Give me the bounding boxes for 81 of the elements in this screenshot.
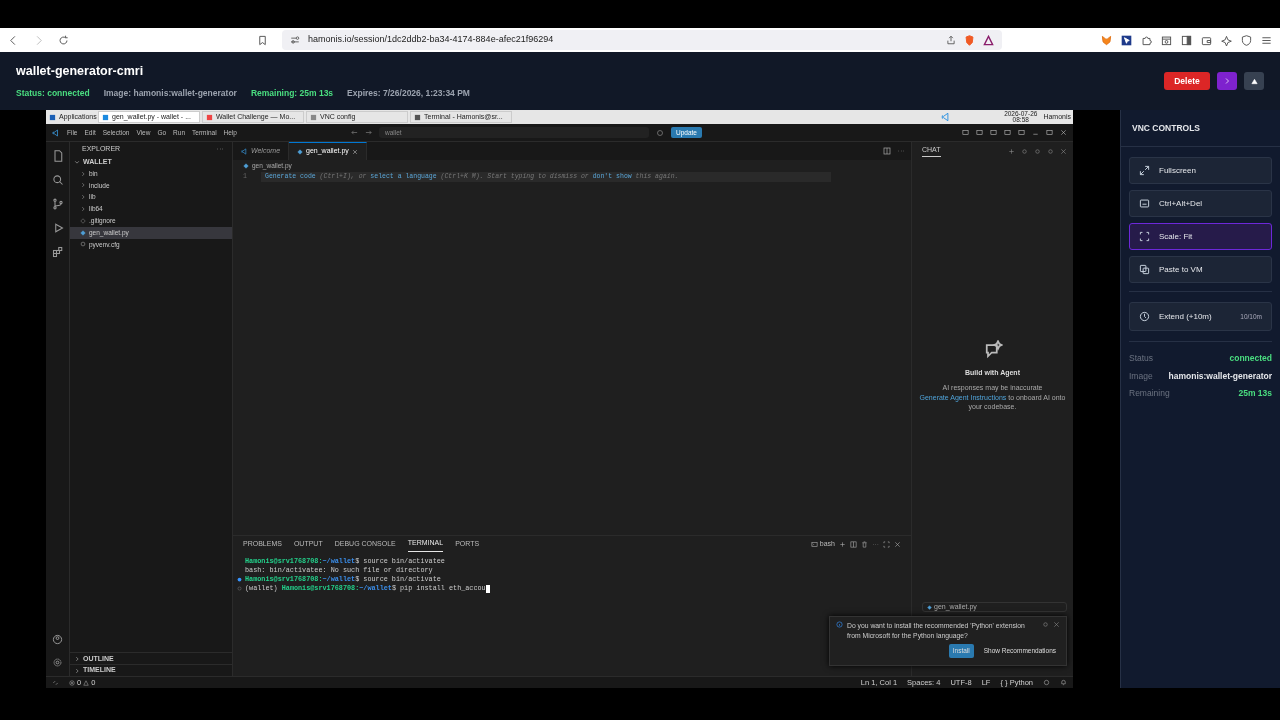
python-file-icon — [243, 162, 249, 169]
close-icon[interactable] — [1060, 129, 1067, 136]
plus-icon[interactable] — [839, 540, 846, 548]
dot-icon — [237, 577, 242, 582]
puzzle-icon[interactable] — [1141, 34, 1152, 46]
extensions-icon[interactable] — [51, 246, 64, 258]
config-file-icon — [80, 241, 86, 248]
menu-icon[interactable] — [1261, 34, 1272, 46]
bookmark-icon[interactable] — [257, 34, 268, 46]
fullscreen-icon — [1139, 165, 1150, 176]
vscode-app-icon — [102, 113, 109, 121]
arrow-left-icon[interactable] — [350, 129, 358, 136]
close-icon[interactable] — [1053, 621, 1060, 628]
search-icon[interactable] — [51, 174, 64, 186]
info-label: Remaining — [1129, 387, 1170, 401]
trash-icon[interactable] — [861, 540, 868, 548]
lion-shield-icon[interactable] — [964, 34, 975, 46]
error-icon — [69, 679, 75, 686]
info-value: connected — [1229, 352, 1272, 366]
keys-button[interactable]: Ctrl+Alt+Del — [1129, 190, 1272, 217]
window-app-icon — [310, 113, 317, 121]
scale-icon — [1139, 231, 1150, 242]
session-meta: Expires: 7/26/2026, 1:23:34 PM — [347, 87, 470, 100]
split-editor-icon[interactable] — [883, 147, 891, 155]
browser-app-icon — [206, 113, 213, 121]
session-title: wallet-generator-cmri — [16, 63, 145, 81]
sidebar-icon[interactable] — [1181, 34, 1192, 46]
paste-icon — [1139, 264, 1150, 275]
fox-icon[interactable] — [1101, 34, 1112, 46]
panel-title: VNC CONTROLS — [1121, 110, 1280, 147]
cursor-icon[interactable] — [1121, 34, 1132, 46]
branch-icon[interactable] — [51, 198, 64, 210]
info-icon — [836, 621, 843, 628]
sparkle-icon[interactable] — [1221, 34, 1232, 46]
files-icon[interactable] — [51, 150, 64, 162]
share-icon[interactable] — [946, 35, 956, 45]
triangle-up-icon — [1250, 77, 1258, 85]
terminal-icon — [810, 540, 818, 548]
plus-icon[interactable] — [1008, 147, 1015, 155]
session-meta: Image: hamonis:wallet-generator — [103, 87, 237, 100]
session-meta: Status: connected — [16, 87, 90, 100]
vscode-logo-icon — [52, 128, 60, 137]
close-icon[interactable] — [351, 148, 358, 155]
account-icon[interactable] — [52, 634, 63, 645]
chevron-down-icon — [74, 158, 80, 165]
delete-button[interactable]: Delete — [1164, 72, 1210, 90]
info-label: Status — [1129, 352, 1154, 366]
info-value: 25m 13s — [1238, 387, 1272, 401]
bell-icon[interactable] — [1060, 679, 1067, 686]
terminal-app-icon — [414, 113, 421, 121]
chevron-right-icon — [1223, 77, 1231, 85]
python-file-icon — [297, 148, 304, 155]
python-file-icon — [80, 229, 86, 236]
python-file-icon — [927, 604, 932, 610]
arrow-right-icon[interactable] — [364, 129, 372, 136]
menu-app-icon — [49, 113, 56, 121]
keys-icon — [1139, 198, 1150, 209]
info-label: Image — [1129, 369, 1153, 383]
shield-icon[interactable] — [1241, 34, 1252, 46]
vscode-logo-icon — [241, 147, 248, 155]
info-value: hamonis:wallet-generator — [1168, 369, 1272, 383]
circle-icon — [237, 586, 242, 591]
warning-icon — [83, 679, 90, 686]
remote-icon[interactable] — [52, 679, 59, 686]
fullscreen-button[interactable]: Fullscreen — [1129, 157, 1272, 184]
session-meta: Remaining: 25m 13s — [250, 87, 334, 100]
window-search-icon[interactable] — [1161, 34, 1172, 46]
collapse-button[interactable] — [1244, 72, 1264, 90]
next-button[interactable] — [1217, 72, 1237, 90]
split-icon[interactable] — [850, 540, 857, 548]
clock-icon — [1139, 311, 1150, 322]
wallet-icon[interactable] — [1201, 34, 1212, 46]
paste-button[interactable]: Paste to VM — [1129, 256, 1272, 283]
reload-icon[interactable] — [58, 34, 69, 46]
ignore-file-icon — [80, 217, 86, 224]
triangle-icon[interactable] — [983, 34, 994, 46]
close-icon[interactable] — [894, 540, 901, 548]
site-settings-icon — [290, 35, 300, 45]
close-icon[interactable] — [1060, 147, 1067, 155]
scale-button[interactable]: Scale: Fit — [1129, 223, 1272, 250]
address-bar[interactable]: hamonis.io/session/1dc2ddb2-ba34-4174-884e-afec21f96294 — [282, 30, 1002, 50]
